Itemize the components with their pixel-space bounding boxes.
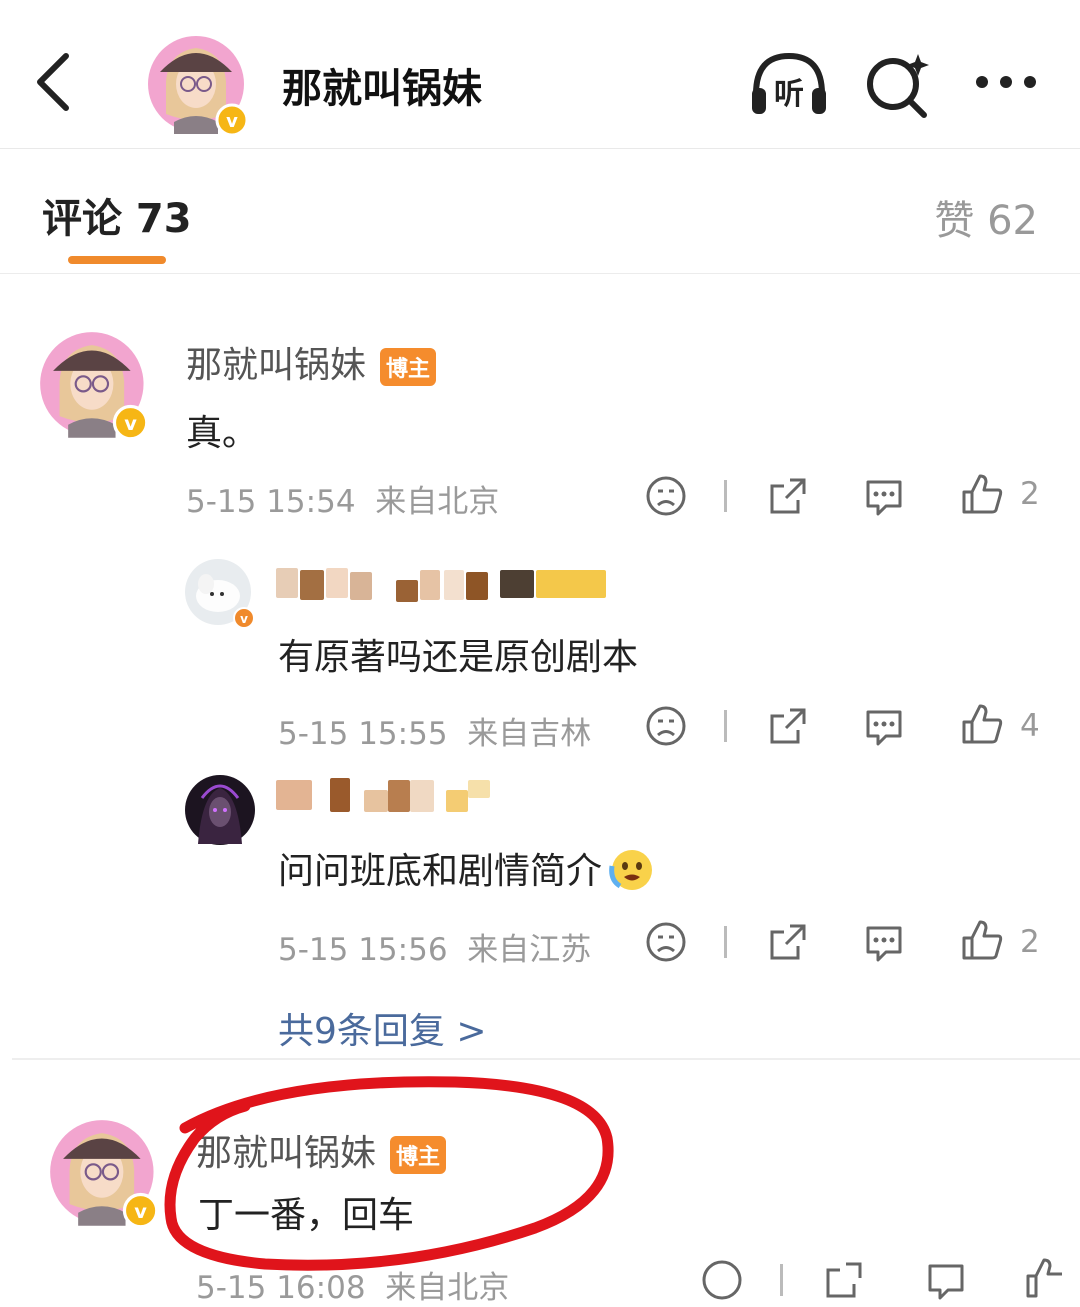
dislike-icon[interactable] <box>644 474 688 518</box>
blurred-username[interactable] <box>276 566 606 604</box>
tab-comments[interactable]: 评论 73 <box>42 186 192 244</box>
share-icon[interactable] <box>766 704 810 748</box>
reply-text-content: 问问班底和剧情简介 <box>278 851 603 892</box>
dislike-icon[interactable] <box>644 704 688 748</box>
reply-icon[interactable] <box>862 704 906 748</box>
share-icon[interactable] <box>766 474 810 518</box>
back-icon[interactable] <box>30 50 80 114</box>
comment-author-name[interactable]: 那就叫锅妹 <box>196 1133 376 1174</box>
comment-text: 真。 <box>186 413 259 454</box>
divider <box>724 710 727 742</box>
comment-meta: 5-15 15:54 来自北京 <box>186 476 499 521</box>
reply-location: 来自吉林 <box>467 716 592 752</box>
avatar[interactable]: v <box>48 1118 160 1230</box>
reply-meta: 5-15 15:55 来自吉林 <box>278 708 591 753</box>
reply-time: 5-15 15:56 <box>278 932 448 968</box>
tab-active-indicator <box>68 256 166 264</box>
divider <box>724 926 727 958</box>
like-icon[interactable] <box>1024 1256 1068 1300</box>
avatar[interactable]: v <box>38 330 150 442</box>
like-icon[interactable] <box>960 702 1004 746</box>
share-icon[interactable] <box>822 1258 866 1302</box>
search-icon[interactable] <box>862 50 932 120</box>
like-icon[interactable] <box>960 472 1004 516</box>
like-count: 2 <box>1020 924 1040 960</box>
headphones-icon[interactable]: 听 <box>748 50 830 116</box>
dislike-icon[interactable] <box>644 920 688 964</box>
page-title: 那就叫锅妹 <box>282 66 482 112</box>
avatar[interactable]: v <box>184 558 256 630</box>
svg-text:v: v <box>226 111 238 132</box>
comment-time: 5-15 15:54 <box>186 484 356 520</box>
like-count: 4 <box>1020 708 1040 744</box>
divider <box>780 1264 783 1296</box>
comment-divider <box>12 1058 1080 1060</box>
comment-meta: 5-15 16:08 来自北京 <box>196 1262 509 1307</box>
author-badge: 博主 <box>380 347 437 386</box>
avatar[interactable] <box>184 774 256 846</box>
reply-text: 问问班底和剧情简介 <box>278 842 654 901</box>
svg-text:v: v <box>240 612 248 626</box>
like-count: 2 <box>1020 476 1040 512</box>
tab-likes[interactable]: 赞 62 <box>934 188 1038 246</box>
dislike-icon[interactable] <box>700 1258 744 1302</box>
comment-location: 来自北京 <box>385 1270 510 1306</box>
reply-meta: 5-15 15:56 来自江苏 <box>278 924 591 969</box>
svg-text:v: v <box>134 1200 147 1223</box>
comment-time: 5-15 16:08 <box>196 1270 366 1306</box>
comment-author-name[interactable]: 那就叫锅妹 <box>186 345 366 386</box>
like-icon[interactable] <box>960 918 1004 962</box>
listen-label: 听 <box>774 77 804 112</box>
svg-text:v: v <box>124 412 137 435</box>
comment-author[interactable]: 那就叫锅妹 博主 <box>186 336 437 392</box>
blurred-username[interactable] <box>276 776 506 816</box>
crying-emoji-icon <box>608 846 654 901</box>
reply-text: 有原著吗还是原创剧本 <box>278 637 639 678</box>
reply-icon[interactable] <box>862 920 906 964</box>
reply-time: 5-15 15:55 <box>278 716 448 752</box>
comment-author[interactable]: 那就叫锅妹 博主 <box>196 1124 447 1180</box>
more-icon[interactable] <box>970 62 1042 102</box>
share-icon[interactable] <box>766 920 810 964</box>
reply-location: 来自江苏 <box>467 932 592 968</box>
reply-icon[interactable] <box>924 1258 968 1302</box>
author-badge: 博主 <box>390 1135 447 1174</box>
more-replies-link[interactable]: 共9条回复 > <box>278 1002 487 1054</box>
reply-icon[interactable] <box>862 474 906 518</box>
divider <box>724 480 727 512</box>
comment-location: 来自北京 <box>375 484 500 520</box>
comment-text: 丁一番，回车 <box>198 1195 415 1236</box>
header-avatar[interactable]: v <box>146 34 250 138</box>
